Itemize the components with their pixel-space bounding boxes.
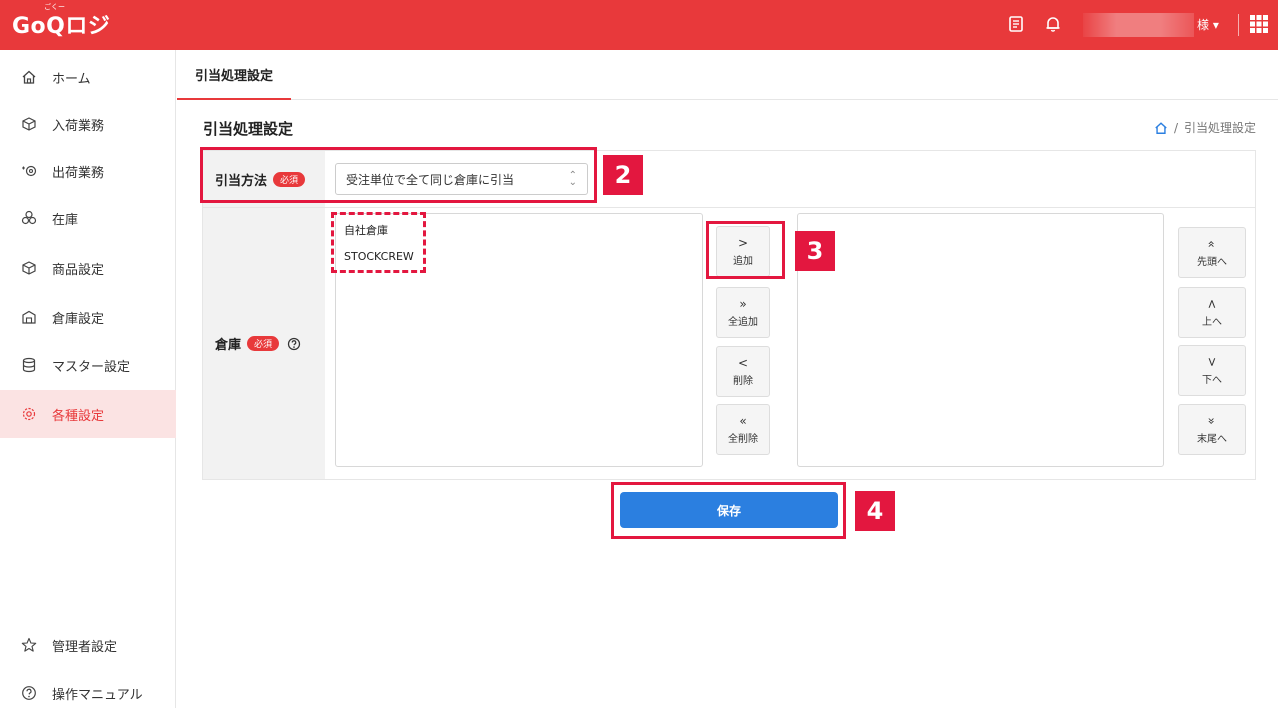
sidebar-item-label: マスター設定 [52,359,131,375]
move-to-top-button[interactable]: « 先頭へ [1178,227,1246,278]
breadcrumb-current: 引当処理設定 [1183,121,1256,135]
sidebar-item-various-settings[interactable]: 各種設定 [0,390,176,438]
annotation-dashed-box [331,212,426,273]
sidebar-item-master-settings[interactable]: マスター設定 [0,342,176,388]
button-label: 上へ [1202,317,1222,328]
sidebar-item-inbound[interactable]: 入荷業務 [0,101,176,147]
username-masked [1083,13,1194,37]
bell-icon[interactable] [1043,14,1063,34]
user-menu-toggle[interactable]: 様 ▾ [1197,16,1219,33]
sidebar-item-label: ホーム [52,71,91,87]
tab-allocation-settings[interactable]: 引当処理設定 [177,50,291,100]
double-chevron-left-icon: « [739,414,747,428]
sidebar-item-home[interactable]: ホーム [0,54,176,100]
sidebar-item-manual[interactable]: 操作マニュアル [0,670,176,716]
move-to-bottom-button[interactable]: » 末尾へ [1178,404,1246,455]
annotation-box-step3 [706,221,785,279]
sidebar-item-label: 各種設定 [52,408,105,424]
boxes-icon [20,209,38,227]
gear-icon [20,405,38,423]
database-icon [20,356,38,374]
remove-button[interactable]: < 削除 [716,346,770,397]
button-label: 末尾へ [1197,434,1227,445]
move-down-button[interactable]: > 下へ [1178,345,1246,396]
header-divider [1238,14,1239,36]
breadcrumb-home-icon[interactable] [1154,121,1168,135]
apps-grid-icon[interactable] [1249,14,1269,34]
annotation-box-step4 [611,482,846,539]
selected-warehouse-list[interactable] [797,213,1164,467]
button-label: 削除 [733,376,753,387]
warehouse-label: 倉庫 [215,338,242,353]
sidebar-item-admin-settings[interactable]: 管理者設定 [0,622,176,668]
page-title: 引当処理設定 [203,120,294,138]
help-icon[interactable] [287,337,301,351]
sidebar-item-label: 商品設定 [52,262,105,278]
product-box-icon [20,259,38,277]
outbound-icon [20,162,38,180]
inbound-box-icon [20,115,38,133]
chevron-down-icon: > [1205,356,1219,368]
sidebar-item-product-settings[interactable]: 商品設定 [0,245,176,291]
button-label: 全追加 [728,317,758,328]
warehouse-icon [20,308,38,326]
help-circle-icon [20,684,38,702]
sidebar: ホーム 入荷業務 出荷業務 在庫 商品設定 倉庫設定 マスター設定 各種設定 管… [0,50,176,708]
sidebar-item-label: 在庫 [52,212,79,228]
app-logo[interactable]: GoQロジ ごくー [12,3,110,40]
button-label: 先頭へ [1197,257,1227,268]
chevron-up-icon: < [1205,298,1219,310]
annotation-box-step2 [200,147,597,203]
add-all-button[interactable]: » 全追加 [716,287,770,338]
required-badge: 必須 [247,336,280,351]
breadcrumb-separator: / [1173,120,1178,135]
sidebar-item-label: 入荷業務 [52,118,105,134]
double-chevron-up-icon: « [1205,240,1219,248]
annotation-number-step4: 4 [855,491,895,531]
chevron-left-icon: < [737,356,749,370]
button-label: 全削除 [728,434,758,445]
sidebar-item-stock[interactable]: 在庫 [0,195,176,241]
book-icon[interactable] [1006,14,1026,34]
remove-all-button[interactable]: « 全削除 [716,404,770,455]
warehouse-label-cell: 倉庫 必須 [203,208,325,479]
sidebar-item-label: 管理者設定 [52,639,118,655]
sidebar-item-warehouse-settings[interactable]: 倉庫設定 [0,294,176,340]
annotation-number-step3: 3 [795,231,835,271]
annotation-number-step2: 2 [603,155,643,195]
tab-bar: 引当処理設定 [177,50,1278,100]
home-icon [20,68,38,86]
breadcrumb: / 引当処理設定 [1154,119,1256,136]
sidebar-item-label: 出荷業務 [52,165,105,181]
double-chevron-down-icon: » [1205,417,1219,425]
sidebar-item-label: 操作マニュアル [52,687,143,703]
move-up-button[interactable]: < 上へ [1178,287,1246,338]
top-header: GoQロジ ごくー 様 ▾ [0,0,1278,50]
double-chevron-right-icon: » [739,297,747,311]
sidebar-item-label: 倉庫設定 [52,311,105,327]
logo-ruby: ごくー [44,3,65,11]
button-label: 下へ [1202,375,1222,386]
star-icon [20,636,38,654]
sidebar-item-outbound[interactable]: 出荷業務 [0,148,176,194]
